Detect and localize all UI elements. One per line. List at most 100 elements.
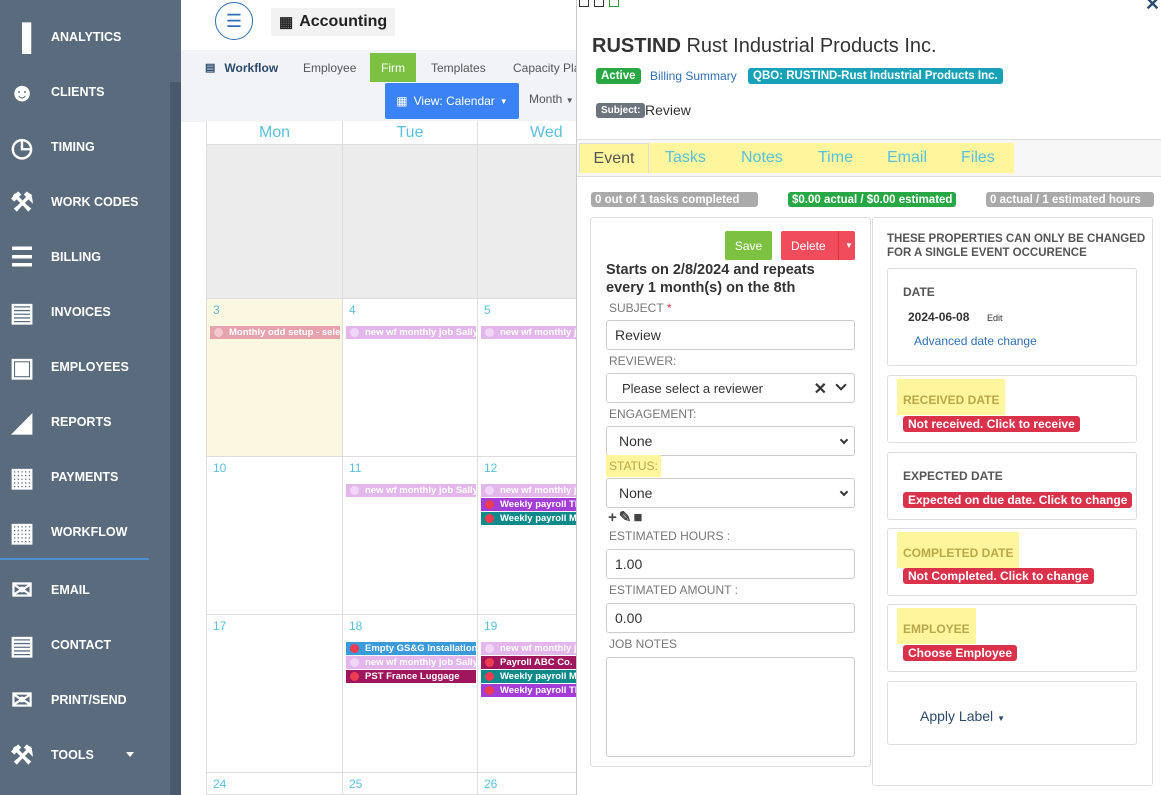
event-status-dot — [350, 486, 359, 495]
tab-templates[interactable]: Templates — [431, 53, 486, 82]
sidebar-item-invoices[interactable]: ▤ INVOICES — [0, 292, 170, 332]
status-select[interactable]: None — [606, 478, 855, 508]
subject-input[interactable]: Review — [606, 320, 855, 350]
calendar-event[interactable]: new wf monthly jo — [481, 484, 580, 497]
edit-icon[interactable]: ✎ — [619, 509, 634, 526]
tab-tasks[interactable]: Tasks — [665, 149, 706, 167]
calendar-event[interactable]: new wf monthly job Sally — [346, 326, 476, 339]
window-maximize-icon[interactable] — [594, 0, 604, 7]
briefcase-icon: ▣ — [9, 351, 35, 382]
calendar-day-cell[interactable]: 12 — [478, 457, 577, 615]
calendar-event[interactable]: new wf monthly job Sally — [346, 656, 476, 669]
calendar-day-cell[interactable]: 11 — [343, 457, 478, 615]
calendar-event[interactable]: Weekly payroll Th — [481, 684, 580, 697]
event-title: Empty GS&G Installations — [365, 643, 476, 654]
close-icon[interactable]: ✕ — [1145, 0, 1160, 15]
tabs-highlight: Tasks Notes Time Email Files — [649, 143, 1014, 173]
tab-event[interactable]: Event — [579, 143, 649, 173]
sidebar-item-employees[interactable]: ▣ EMPLOYEES — [0, 347, 170, 387]
advanced-date-change-link[interactable]: Advanced date change — [914, 334, 1037, 348]
calendar-day-cell[interactable]: 26 — [478, 773, 577, 795]
clock-icon: ◷ — [10, 131, 34, 162]
sidebar-item-billing[interactable]: ☰ BILLING — [0, 237, 170, 277]
calendar-day-cell[interactable]: 4 — [343, 299, 478, 457]
tab-employee[interactable]: Employee — [303, 53, 356, 82]
estimated-hours-input[interactable]: 1.00 — [606, 549, 855, 579]
event-status-dot — [485, 486, 494, 495]
sidebar-item-payments[interactable]: ▦ PAYMENTS — [0, 457, 170, 497]
calendar-day-cell[interactable]: 17 — [207, 615, 343, 773]
calendar-event[interactable]: Weekly payroll Th — [481, 498, 580, 511]
calendar-day-cell[interactable]: 5 — [478, 299, 577, 457]
calendar-day-cell[interactable]: 24 — [207, 773, 343, 795]
calendar-day-cell[interactable]: 3 — [207, 299, 343, 457]
calendar-day-cell[interactable] — [343, 145, 478, 299]
month-button[interactable]: Month ▼ — [529, 92, 574, 106]
calendar-day-cell[interactable]: 25 — [343, 773, 478, 795]
tools-chevron-down-icon[interactable] — [126, 752, 134, 757]
calendar-day-cell[interactable]: 10 — [207, 457, 343, 615]
sidebar-item-label: BILLING — [51, 250, 101, 264]
event-title: Weekly payroll Mi — [500, 513, 580, 524]
billing-summary-link[interactable]: Billing Summary — [650, 69, 737, 83]
tab-firm[interactable]: Firm — [370, 53, 416, 82]
calendar-event[interactable]: new wf monthly job Sally — [346, 484, 476, 497]
reviewer-select[interactable]: Please select a reviewer ✕ — [606, 373, 855, 403]
calendar-day-cell[interactable]: 18 — [343, 615, 478, 773]
sidebar-item-workflow[interactable]: ▦ WORKFLOW — [0, 512, 170, 552]
day-number: 5 — [484, 303, 491, 317]
sidebar-item-work-codes[interactable]: ⚒ WORK CODES — [0, 182, 170, 222]
choose-employee-badge[interactable]: Choose Employee — [903, 645, 1018, 661]
chevron-down-icon[interactable] — [835, 379, 847, 391]
caret-down-icon[interactable]: ▼ — [838, 231, 853, 260]
sidebar-item-analytics[interactable]: ▐ ANALYTICS — [0, 17, 170, 57]
window-restore-icon[interactable] — [609, 0, 619, 7]
tab-files[interactable]: Files — [961, 149, 995, 167]
estimated-amount-input[interactable]: 0.00 — [606, 603, 855, 633]
sidebar-item-timing[interactable]: ◷ TIMING — [0, 127, 170, 167]
apply-label-button[interactable]: Apply Label ▼ — [920, 708, 1005, 724]
plus-icon[interactable]: + — [608, 509, 619, 526]
expected-date-badge[interactable]: Expected on due date. Click to change — [903, 492, 1133, 508]
received-date-badge[interactable]: Not received. Click to receive — [903, 416, 1080, 432]
tab-email[interactable]: Email — [887, 149, 927, 167]
calendar-day-cell[interactable] — [207, 145, 343, 299]
calendar-event[interactable]: Monthly odd setup - selec — [210, 326, 340, 339]
window-minimize-icon[interactable] — [579, 0, 589, 7]
calendar-event[interactable]: new wf monthly jo — [481, 326, 580, 339]
sidebar-item-tools[interactable]: ⚒ TOOLS — [0, 735, 170, 775]
view-calendar-button[interactable]: ▦ View: Calendar ▼ — [385, 83, 519, 119]
tab-capacity-planning[interactable]: Capacity Pla — [513, 53, 576, 82]
date-card: DATE 2024-06-08 Edit Advanced date chang… — [887, 268, 1137, 366]
delete-button[interactable]: Delete ▼ — [781, 231, 855, 260]
calendar-event[interactable]: PST France Luggage — [346, 670, 476, 683]
sidebar-item-clients[interactable]: ☻ CLIENTS — [0, 72, 170, 112]
caret-down-icon: ▼ — [499, 96, 508, 106]
engagement-select[interactable]: None — [606, 426, 855, 456]
sidebar-item-contact[interactable]: ▤ CONTACT — [0, 625, 170, 665]
hamburger-menu-button[interactable]: ☰ — [215, 2, 253, 40]
calendar-event[interactable]: Weekly payroll Mi — [481, 512, 580, 525]
tab-notes[interactable]: Notes — [741, 149, 783, 167]
tab-time[interactable]: Time — [818, 149, 853, 167]
calendar-event[interactable]: new wf monthly jo — [481, 642, 580, 655]
save-button[interactable]: Save — [725, 231, 772, 260]
calendar-event[interactable]: Empty GS&G Installations — [346, 642, 476, 655]
tab-workflow[interactable]: ▤ Workflow — [205, 53, 278, 82]
qbo-badge[interactable]: QBO: RUSTIND-Rust Industrial Products In… — [748, 68, 1003, 84]
event-status-dot — [485, 644, 494, 653]
job-notes-textarea[interactable] — [606, 657, 855, 757]
calendar-day-cell[interactable] — [478, 145, 577, 299]
trash-icon[interactable]: ■ — [633, 509, 644, 526]
clear-icon[interactable]: ✕ — [814, 379, 827, 399]
calendar-event[interactable]: Payroll ABC Co. — [481, 656, 580, 669]
event-title: new wf monthly job Sally — [365, 327, 476, 338]
sidebar-item-reports[interactable]: ◢ REPORTS — [0, 402, 170, 442]
sidebar-item-print-send[interactable]: ✉ PRINT/SEND — [0, 680, 170, 720]
date-edit-link[interactable]: Edit — [987, 313, 1003, 323]
completed-date-badge[interactable]: Not Completed. Click to change — [903, 568, 1094, 584]
tools-icon: ⚒ — [10, 739, 34, 770]
job-notes-label: JOB NOTES — [609, 637, 678, 651]
sidebar-item-email[interactable]: ✉ EMAIL — [0, 570, 170, 610]
calendar-event[interactable]: Weekly payroll Mi — [481, 670, 580, 683]
